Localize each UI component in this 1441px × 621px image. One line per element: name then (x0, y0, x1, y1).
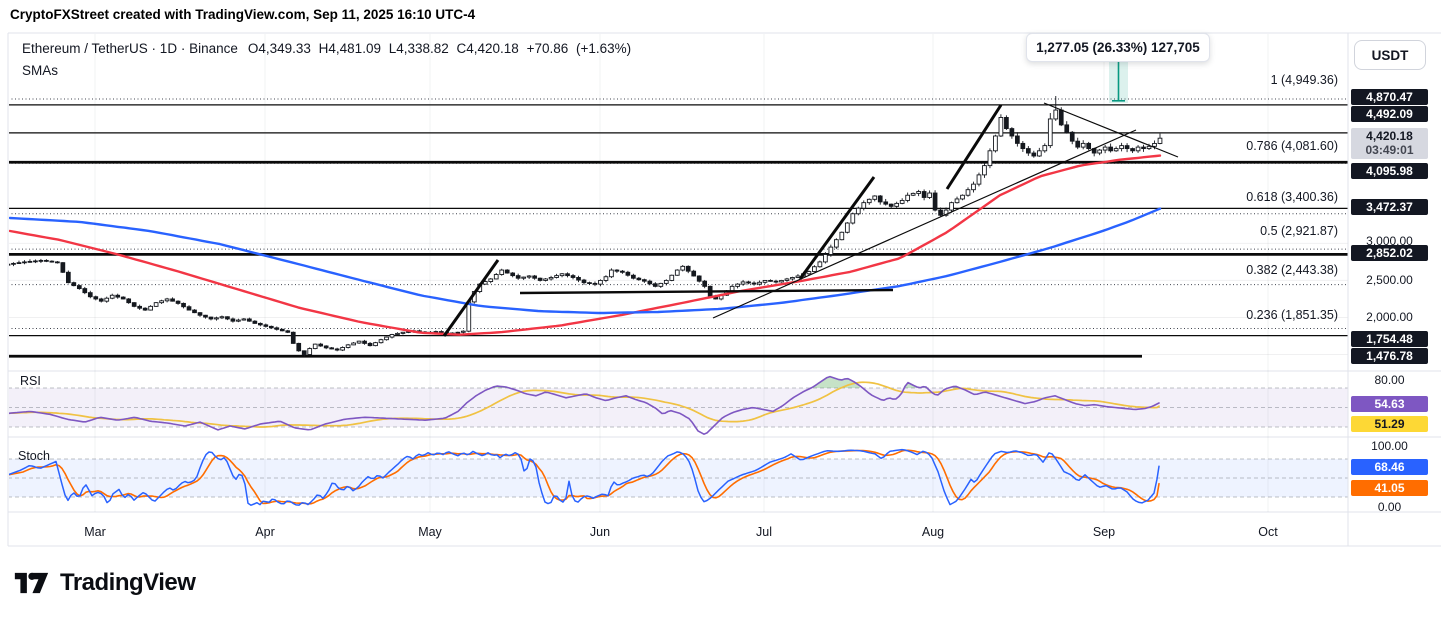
fib-level-label: 0.786 (4,081.60) (1246, 139, 1338, 153)
stoch-price-label: 68.46 (1351, 459, 1428, 475)
main-price-label: 3,472.37 (1351, 199, 1428, 215)
time-axis-month: Jun (590, 525, 610, 539)
smas-indicator-label[interactable]: SMAs (22, 63, 58, 78)
time-axis-month: May (418, 525, 442, 539)
fib-level-label: 0.236 (1,851.35) (1246, 308, 1338, 322)
symbol-ohlc-row[interactable]: Ethereum / TetherUS · 1D · Binance O4,349… (22, 41, 631, 56)
stoch-price-label: 41.05 (1351, 480, 1428, 496)
time-axis-month: Jul (756, 525, 772, 539)
rsi-price-label: 51.29 (1351, 416, 1428, 432)
main-price-label: 4,870.47 (1351, 89, 1428, 105)
time-axis-month: Aug (922, 525, 944, 539)
main-price-label: 4,420.1803:49:01 (1351, 128, 1428, 159)
main-price-label: 1,754.48 (1351, 331, 1428, 347)
tradingview-logo-text: TradingView (60, 569, 195, 597)
tradingview-logo-icon (13, 569, 50, 597)
rsi-indicator-label[interactable]: RSI (20, 374, 41, 388)
chart-canvas[interactable] (0, 0, 1441, 621)
main-price-label: 1,476.78 (1351, 348, 1428, 364)
time-axis-month: Mar (84, 525, 106, 539)
fib-level-label: 1 (4,949.36) (1271, 73, 1338, 87)
fib-level-label: 0.5 (2,921.87) (1260, 224, 1338, 238)
symbol-title: Ethereum / TetherUS · 1D · Binance (22, 41, 238, 56)
main-price-label: 4,492.09 (1351, 106, 1428, 122)
measure-tooltip: 1,277.05 (26.33%) 127,705 (1026, 33, 1210, 62)
stoch-indicator-label[interactable]: Stoch (18, 449, 50, 463)
time-axis-month: Sep (1093, 525, 1115, 539)
main-price-label: 2,500.00 (1351, 272, 1428, 288)
rsi-price-label: 54.63 (1351, 396, 1428, 412)
time-axis-month: Oct (1258, 525, 1277, 539)
fib-level-label: 0.618 (3,400.36) (1246, 190, 1338, 204)
tradingview-logo[interactable]: TradingView (13, 569, 195, 597)
currency-toggle-button[interactable]: USDT (1354, 40, 1426, 70)
rsi-price-label: 80.00 (1351, 372, 1428, 388)
tradingview-screenshot: CryptoFXStreet created with TradingView.… (0, 0, 1441, 621)
stoch-price-label: 0.00 (1351, 499, 1428, 515)
main-price-label: 4,095.98 (1351, 163, 1428, 179)
stoch-price-label: 100.00 (1351, 438, 1428, 454)
ohlc-values: O4,349.33 H4,481.09 L4,338.82 C4,420.18 … (248, 41, 631, 56)
main-price-label: 2,000.00 (1351, 309, 1428, 325)
time-axis-month: Apr (255, 525, 274, 539)
fib-level-label: 0.382 (2,443.38) (1246, 263, 1338, 277)
main-price-label: 3,000.00 (1351, 233, 1428, 249)
